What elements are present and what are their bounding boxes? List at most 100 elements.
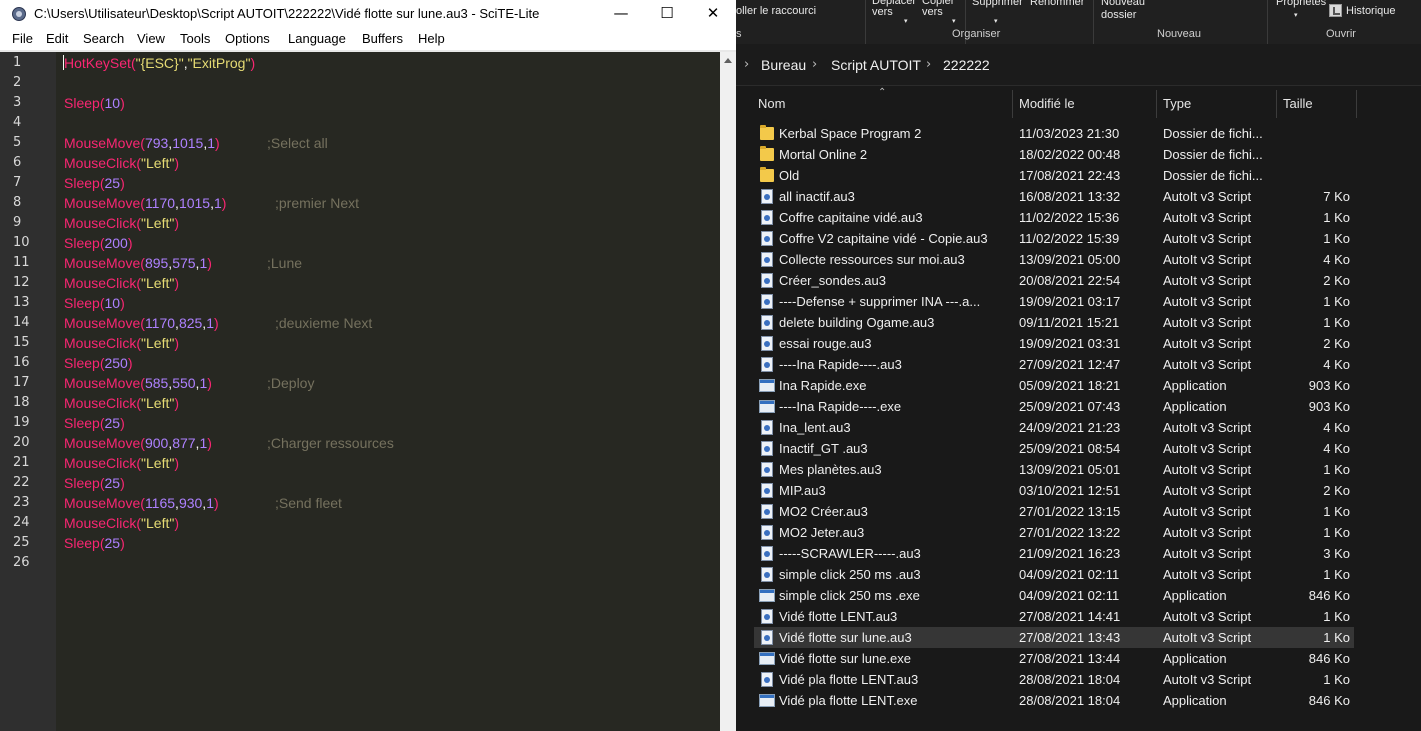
scite-app-icon[interactable] <box>12 7 26 21</box>
breadcrumb-chevron-icon[interactable]: › <box>812 57 817 72</box>
menu-language[interactable]: Language <box>288 31 346 46</box>
move-to-dropdown-icon[interactable]: ▾ <box>904 17 908 25</box>
line-number[interactable]: 18 <box>13 393 30 413</box>
code-line[interactable]: Sleep(250) <box>64 353 714 373</box>
code-line[interactable]: MouseMove(1170,825,1) ;deuxieme Next <box>64 313 714 333</box>
file-row[interactable]: Vidé pla flotte LENT.exe 28/08/2021 18:04… <box>754 690 1354 711</box>
delete-button[interactable]: Supprimer <box>972 0 1023 8</box>
line-number[interactable]: 20 <box>13 433 30 453</box>
new-folder-button[interactable]: Nouveau dossier <box>1101 0 1145 22</box>
line-number[interactable]: 7 <box>13 173 21 193</box>
file-row[interactable]: MO2 Jeter.au3 27/01/2022 13:22 AutoIt v3 S… <box>754 522 1354 543</box>
file-row[interactable]: Collecte ressources sur moi.au3 13/09/202… <box>754 249 1354 270</box>
menu-view[interactable]: View <box>137 31 165 46</box>
column-separator[interactable] <box>1356 90 1357 118</box>
menu-file[interactable]: File <box>12 31 33 46</box>
code-line[interactable]: MouseMove(895,575,1) ;Lune <box>64 253 714 273</box>
move-to-button[interactable]: Déplacer vers <box>872 0 916 18</box>
line-number[interactable]: 3 <box>13 93 21 113</box>
line-number[interactable]: 12 <box>13 273 30 293</box>
line-number[interactable]: 11 <box>13 253 30 273</box>
breadcrumb-script-autoit[interactable]: Script AUTOIT <box>831 57 921 73</box>
line-number[interactable]: 10 <box>13 233 30 253</box>
close-button[interactable]: ✕ <box>690 0 736 29</box>
copy-to-dropdown-icon[interactable]: ▾ <box>952 17 956 25</box>
line-number[interactable]: 2 <box>13 73 21 93</box>
line-number[interactable]: 15 <box>13 333 30 353</box>
maximize-button[interactable]: ☐ <box>644 0 690 29</box>
copy-shortcut-button[interactable]: oller le raccourci <box>736 5 816 17</box>
file-row[interactable]: ----Ina Rapide----.exe 25/09/2021 07:43 Ap… <box>754 396 1354 417</box>
file-row[interactable]: simple click 250 ms .exe 04/09/2021 02:11… <box>754 585 1354 606</box>
file-row[interactable]: MIP.au3 03/10/2021 12:51 AutoIt v3 Script 2… <box>754 480 1354 501</box>
line-number[interactable]: 26 <box>13 553 30 573</box>
code-line[interactable] <box>64 553 714 573</box>
column-size[interactable]: Taille <box>1283 96 1313 111</box>
file-row[interactable]: ----Ina Rapide----.au3 27/09/2021 12:47 Au… <box>754 354 1354 375</box>
line-number[interactable]: 21 <box>13 453 30 473</box>
history-button[interactable]: Historique <box>1346 5 1396 17</box>
copy-to-button[interactable]: Copier vers <box>922 0 954 18</box>
scroll-up-arrow-icon[interactable] <box>724 58 732 63</box>
line-number[interactable]: 9 <box>13 213 21 233</box>
file-row[interactable]: Créer_sondes.au3 20/08/2021 22:54 AutoIt v… <box>754 270 1354 291</box>
breadcrumb-222222[interactable]: 222222 <box>943 57 990 73</box>
line-number[interactable]: 19 <box>13 413 30 433</box>
code-line[interactable]: Sleep(10) <box>64 93 714 113</box>
file-row[interactable]: Mortal Online 2 18/02/2022 00:48 Dossier d… <box>754 144 1354 165</box>
code-line[interactable]: MouseMove(585,550,1) ;Deploy <box>64 373 714 393</box>
menu-tools[interactable]: Tools <box>180 31 210 46</box>
line-number[interactable]: 22 <box>13 473 30 493</box>
line-number[interactable]: 1 <box>13 53 21 73</box>
file-row[interactable]: Vidé flotte LENT.au3 27/08/2021 14:41 Auto… <box>754 606 1354 627</box>
column-name[interactable]: Nom <box>758 96 785 111</box>
file-row[interactable]: Coffre V2 capitaine vidé - Copie.au3 11/0… <box>754 228 1354 249</box>
breadcrumb-bureau[interactable]: Bureau <box>761 57 806 73</box>
editor-vertical-scrollbar[interactable] <box>720 52 736 731</box>
code-line[interactable]: HotKeySet("{ESC}","ExitProg") <box>64 53 714 73</box>
code-line[interactable]: MouseClick("Left") <box>64 453 714 473</box>
file-row[interactable]: Old 17/08/2021 22:43 Dossier de fichi... <box>754 165 1354 186</box>
line-number[interactable]: 5 <box>13 133 21 153</box>
file-row[interactable]: Ina Rapide.exe 05/09/2021 18:21 Applicatio… <box>754 375 1354 396</box>
file-row[interactable]: ----Defense + supprimer INA ---.a... 19/0… <box>754 291 1354 312</box>
minimize-button[interactable]: — <box>598 0 644 29</box>
line-number[interactable]: 23 <box>13 493 30 513</box>
column-separator[interactable] <box>1012 90 1013 118</box>
file-row[interactable]: essai rouge.au3 19/09/2021 03:31 AutoIt v3… <box>754 333 1354 354</box>
file-row[interactable]: Ina_lent.au3 24/09/2021 21:23 AutoIt v3 Sc… <box>754 417 1354 438</box>
code-line[interactable]: MouseMove(1170,1015,1) ;premier Next <box>64 193 714 213</box>
code-line[interactable]: MouseMove(900,877,1) ;Charger ressources <box>64 433 714 453</box>
code-line[interactable]: Sleep(25) <box>64 473 714 493</box>
breadcrumb-chevron-icon[interactable]: › <box>744 57 749 72</box>
code-line[interactable]: Sleep(25) <box>64 533 714 553</box>
code-line[interactable] <box>64 113 714 133</box>
menu-search[interactable]: Search <box>83 31 124 46</box>
file-row[interactable]: Mes planètes.au3 13/09/2021 05:01 AutoIt v… <box>754 459 1354 480</box>
file-row[interactable]: Coffre capitaine vidé.au3 11/02/2022 15:3… <box>754 207 1354 228</box>
line-number[interactable]: 14 <box>13 313 30 333</box>
line-number[interactable]: 6 <box>13 153 21 173</box>
line-number[interactable]: 13 <box>13 293 30 313</box>
code-line[interactable]: MouseClick("Left") <box>64 333 714 353</box>
code-line[interactable]: Sleep(25) <box>64 413 714 433</box>
line-number[interactable]: 16 <box>13 353 30 373</box>
menu-help[interactable]: Help <box>418 31 445 46</box>
properties-dropdown-icon[interactable]: ▾ <box>1294 11 1298 19</box>
column-modified[interactable]: Modifié le <box>1019 96 1075 111</box>
line-number[interactable]: 25 <box>13 533 30 553</box>
file-row[interactable]: Vidé flotte sur lune.exe 27/08/2021 13:44… <box>754 648 1354 669</box>
menu-options[interactable]: Options <box>225 31 270 46</box>
code-line[interactable]: MouseClick("Left") <box>64 273 714 293</box>
code-line[interactable]: Sleep(200) <box>64 233 714 253</box>
code-line[interactable]: MouseClick("Left") <box>64 393 714 413</box>
line-number[interactable]: 8 <box>13 193 21 213</box>
menu-buffers[interactable]: Buffers <box>362 31 403 46</box>
file-row[interactable]: simple click 250 ms .au3 04/09/2021 02:11… <box>754 564 1354 585</box>
properties-button[interactable]: Propriétés <box>1276 0 1326 8</box>
code-line[interactable]: Sleep(25) <box>64 173 714 193</box>
code-editor[interactable]: HotKeySet("{ESC}","ExitProg") Sleep(10) Mo… <box>56 52 720 731</box>
column-separator[interactable] <box>1276 90 1277 118</box>
file-row[interactable]: MO2 Créer.au3 27/01/2022 13:15 AutoIt v3 S… <box>754 501 1354 522</box>
code-line[interactable]: MouseClick("Left") <box>64 513 714 533</box>
